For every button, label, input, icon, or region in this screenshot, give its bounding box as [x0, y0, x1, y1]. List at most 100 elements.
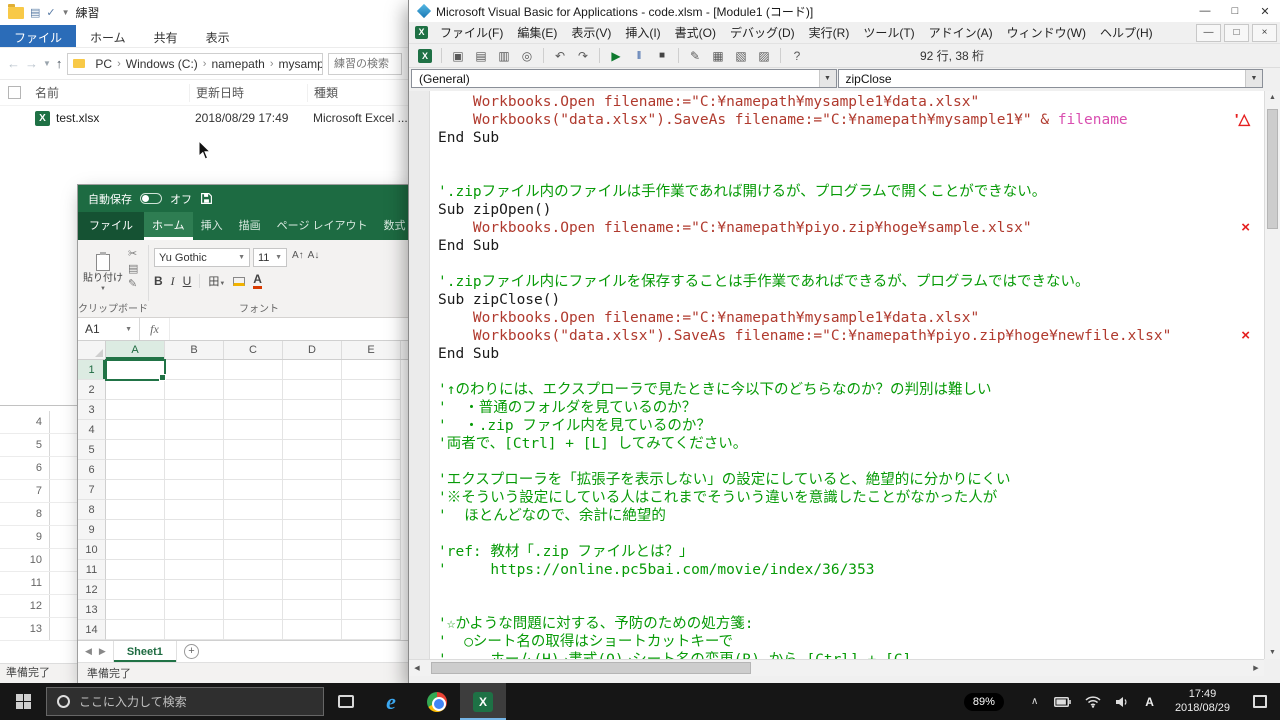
excel-window[interactable]: 自動保存 オフ ファイルホーム挿入描画ページ レイアウト数式データ 貼り付け ▼…: [78, 185, 409, 683]
grid-row-header[interactable]: 5: [78, 440, 106, 460]
code-line[interactable]: 'ref: 教材「.zip ファイルとは？」: [430, 543, 1264, 561]
code-pane[interactable]: Workbooks.Open filename:="C:¥namepath¥my…: [409, 91, 1264, 659]
grid-cell[interactable]: [283, 420, 342, 440]
list-column-header[interactable]: 種類: [307, 84, 409, 102]
grid-cell[interactable]: [283, 540, 342, 560]
grid-cell[interactable]: [283, 480, 342, 500]
quick-access-toolbar-icon[interactable]: ▤: [30, 6, 40, 19]
quick-access-check-icon[interactable]: ✓: [46, 6, 55, 19]
taskbar-app-chrome[interactable]: [414, 683, 460, 720]
name-box[interactable]: A1 ▼: [78, 318, 140, 340]
code-line[interactable]: Workbooks.Open filename:="C:¥namepath¥pi…: [430, 219, 1264, 237]
grid-row-header[interactable]: 1: [78, 360, 106, 380]
break-button[interactable]: ‖: [629, 46, 649, 65]
grid-cell[interactable]: [106, 520, 165, 540]
child-close-button[interactable]: ×: [1252, 24, 1277, 42]
grid-cell[interactable]: [283, 500, 342, 520]
grid-cell[interactable]: [342, 480, 401, 500]
code-line[interactable]: Sub zipClose(): [430, 291, 1264, 309]
excel-ribbon-tab[interactable]: 数式: [376, 212, 409, 240]
code-line[interactable]: [430, 165, 1264, 183]
grid-cell[interactable]: [342, 440, 401, 460]
grid-cell[interactable]: [165, 460, 224, 480]
save-icon[interactable]: ▣: [448, 46, 468, 65]
grid-row-header[interactable]: 10: [78, 540, 106, 560]
grid-row-header[interactable]: 9: [78, 520, 106, 540]
grid-cell[interactable]: [165, 400, 224, 420]
ime-mode-indicator[interactable]: A: [1145, 695, 1154, 709]
scrollbar-thumb[interactable]: [1267, 109, 1278, 229]
scroll-up-icon[interactable]: ▲: [1265, 94, 1280, 101]
grid-cell[interactable]: [165, 360, 224, 380]
formula-input[interactable]: [170, 318, 409, 340]
file-row[interactable]: Xtest.xlsx2018/08/29 17:49Microsoft Exce…: [0, 106, 409, 130]
excel-ribbon-tab[interactable]: ページ レイアウト: [269, 212, 376, 240]
code-line[interactable]: [430, 453, 1264, 471]
list-column-header[interactable]: 更新日時: [189, 84, 307, 102]
vba-menu-item[interactable]: 書式(O): [668, 21, 723, 44]
battery-percentage-badge[interactable]: 89%: [964, 693, 1004, 711]
code-line[interactable]: [430, 525, 1264, 543]
excel-ribbon-tab[interactable]: 描画: [231, 212, 269, 240]
grid-cell[interactable]: [106, 400, 165, 420]
breadcrumb-item[interactable]: PC: [91, 57, 116, 71]
grid-cell[interactable]: [342, 460, 401, 480]
underline-button[interactable]: U: [183, 274, 192, 288]
undo-icon[interactable]: ↶: [550, 46, 570, 65]
grid-cell[interactable]: [165, 380, 224, 400]
up-button[interactable]: ↑: [56, 56, 63, 71]
view-excel-button[interactable]: X: [415, 46, 435, 65]
child-restore-button[interactable]: □: [1224, 24, 1249, 42]
explorer-titlebar[interactable]: ▤ ✓ ▼ 練習: [0, 0, 409, 25]
code-line[interactable]: [430, 597, 1264, 615]
grid-row-header[interactable]: 7: [78, 480, 106, 500]
taskbar-search-input[interactable]: [79, 695, 313, 709]
font-size-combobox[interactable]: 11 ▼: [253, 248, 287, 267]
font-name-combobox[interactable]: Yu Gothic ▼: [154, 248, 250, 267]
grid-cell[interactable]: [342, 520, 401, 540]
grid-cell[interactable]: [224, 600, 283, 620]
grid-row-header[interactable]: 11: [78, 560, 106, 580]
vba-editor-window[interactable]: Microsoft Visual Basic for Applications …: [409, 0, 1280, 683]
code-line[interactable]: 'エクスプローラを「拡張子を表示しない」の設定にしていると、絶望的に分かりにくい: [430, 471, 1264, 489]
grid-cell[interactable]: [106, 600, 165, 620]
grid-cell[interactable]: [283, 400, 342, 420]
bold-button[interactable]: B: [154, 274, 163, 288]
action-center-button[interactable]: [1242, 683, 1278, 720]
code-line[interactable]: '両者で、[Ctrl] + [L] してみてください。: [430, 435, 1264, 453]
taskbar-clock[interactable]: 17:49 2018/08/29: [1175, 688, 1230, 716]
save-icon[interactable]: [200, 192, 213, 205]
history-dropdown-icon[interactable]: ▼: [43, 59, 51, 68]
borders-button[interactable]: 田▼: [208, 273, 225, 289]
grid-cell[interactable]: [224, 520, 283, 540]
vba-menu-item[interactable]: ファイル(F): [433, 21, 510, 44]
fill-color-icon[interactable]: [233, 277, 245, 286]
grid-column-header[interactable]: B: [165, 341, 224, 359]
grid-row-header[interactable]: 14: [78, 620, 106, 640]
cut-icon[interactable]: ✂: [128, 249, 138, 260]
vba-titlebar[interactable]: Microsoft Visual Basic for Applications …: [409, 0, 1280, 22]
code-line[interactable]: Workbooks.Open filename:="C:¥namepath¥my…: [430, 309, 1264, 327]
grid-cell[interactable]: [106, 360, 165, 380]
grid-cell[interactable]: [283, 620, 342, 640]
grid-row-header[interactable]: 3: [78, 400, 106, 420]
grid-cell[interactable]: [106, 580, 165, 600]
vertical-scrollbar[interactable]: ▲ ▼: [1264, 91, 1280, 659]
grid-cell[interactable]: [106, 380, 165, 400]
grid-cell[interactable]: [283, 380, 342, 400]
explorer-search-input[interactable]: [328, 53, 402, 75]
sheet-nav-right-icon[interactable]: ▶: [99, 646, 106, 657]
grid-cell[interactable]: [283, 600, 342, 620]
code-line[interactable]: ' ほとんどなので、余計に絶望的: [430, 507, 1264, 525]
grid-cell[interactable]: [224, 360, 283, 380]
code-line[interactable]: Workbooks.Open filename:="C:¥namepath¥my…: [430, 93, 1264, 111]
grid-cell[interactable]: [106, 540, 165, 560]
grid-cell[interactable]: [342, 560, 401, 580]
scrollbar-thumb[interactable]: [431, 662, 751, 674]
address-bar[interactable]: PC›Windows (C:)›namepath›mysample1›練習 ↻: [67, 53, 323, 75]
code-line[interactable]: Workbooks("data.xlsx").SaveAs filename:=…: [430, 111, 1264, 129]
breadcrumb-item[interactable]: mysample1: [275, 57, 324, 71]
excel-window-background[interactable]: 45678910111213 準備完了: [0, 406, 80, 683]
grid-cell[interactable]: [165, 480, 224, 500]
code-line[interactable]: '.zipファイル内のファイルは手作業であれば開けるが、プログラムで開くことがで…: [430, 183, 1264, 201]
